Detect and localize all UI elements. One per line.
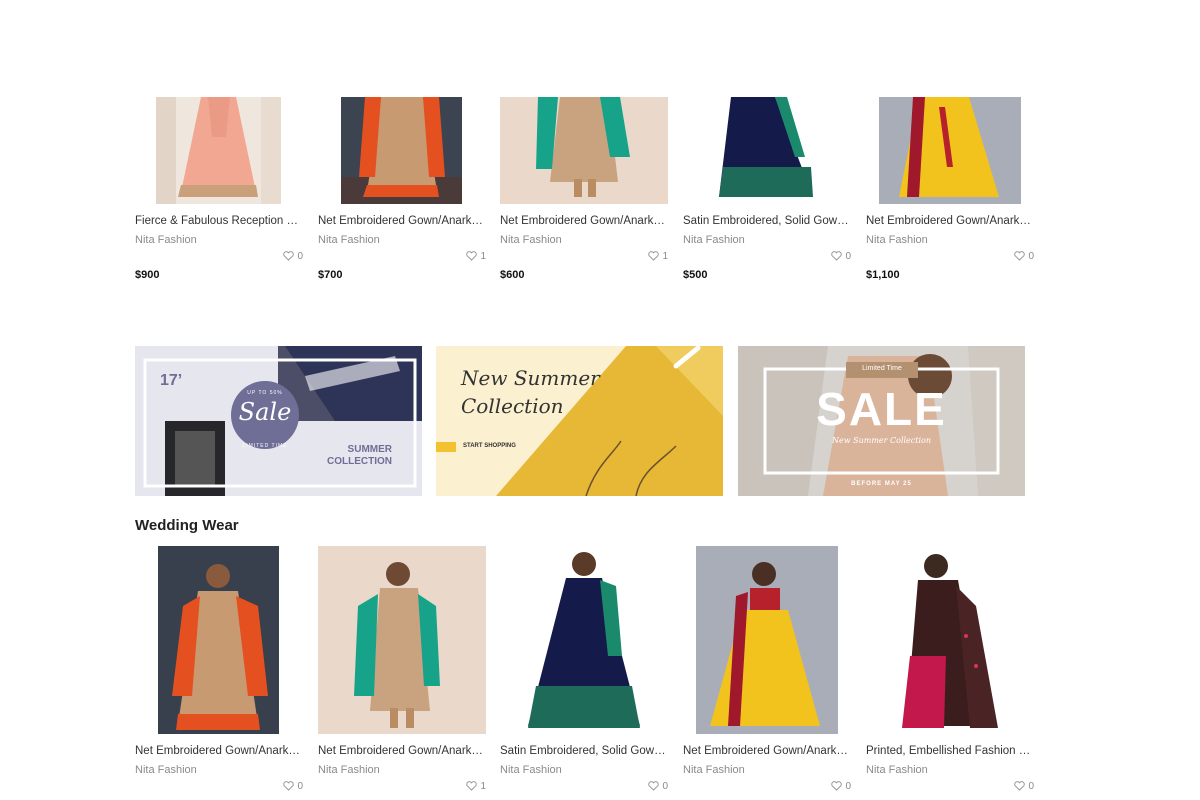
- heart-icon[interactable]: [283, 781, 295, 792]
- heart-icon[interactable]: [831, 781, 843, 792]
- like-count: 0: [1028, 251, 1034, 262]
- product-card[interactable]: Net Embroidered Gown/Anarkali ... Nita F…: [318, 546, 486, 794]
- banner-year: 17’: [160, 372, 183, 389]
- like-control[interactable]: 0: [683, 250, 851, 264]
- like-count: 0: [297, 781, 303, 792]
- banner-headline-2: Collection: [461, 394, 564, 418]
- product-title[interactable]: Net Embroidered Gown/Anarkali ...: [318, 744, 486, 758]
- product-card[interactable]: Satin Embroidered, Solid Gown/A... Nita …: [683, 97, 851, 282]
- heart-icon[interactable]: [648, 251, 660, 262]
- banner-sale-big: SALE: [816, 383, 947, 435]
- product-image[interactable]: [879, 97, 1034, 204]
- product-card[interactable]: Net Embroidered Gown/Anarkali ... Nita F…: [318, 97, 486, 282]
- product-image[interactable]: [158, 546, 303, 734]
- product-price: $1,100: [866, 269, 900, 281]
- banner-limited-time: Limited Time: [862, 365, 902, 372]
- product-brand[interactable]: Nita Fashion: [318, 233, 486, 247]
- product-card[interactable]: Net Embroidered Gown/Anarkali ... Nita F…: [135, 546, 303, 794]
- product-card[interactable]: Fierce & Fabulous Reception Fash... Nita…: [135, 97, 303, 282]
- product-price: $900: [135, 269, 160, 281]
- banner-sale-text: Sale: [238, 398, 292, 426]
- like-control[interactable]: 1: [318, 250, 486, 264]
- heart-icon[interactable]: [283, 251, 295, 262]
- like-count: 0: [662, 781, 668, 792]
- banner-collection: COLLECTION: [327, 456, 392, 467]
- product-brand[interactable]: Nita Fashion: [318, 763, 486, 777]
- product-title[interactable]: Net Embroidered Gown/Anarkali ...: [135, 744, 303, 758]
- heart-icon[interactable]: [648, 781, 660, 792]
- promo-banner-summer[interactable]: New Summer Collection START SHOPPING: [436, 346, 723, 496]
- banner-headline-1: New Summer: [461, 366, 600, 390]
- product-brand[interactable]: Nita Fashion: [866, 233, 1034, 247]
- product-card[interactable]: Net Embroidered Gown/Anarkali ... Nita F…: [683, 546, 851, 794]
- like-control[interactable]: 0: [135, 780, 303, 794]
- banner-subtitle: New Summer Collection: [831, 436, 932, 445]
- product-brand[interactable]: Nita Fashion: [135, 763, 303, 777]
- like-count: 1: [480, 251, 486, 262]
- product-brand[interactable]: Nita Fashion: [500, 763, 668, 777]
- product-card[interactable]: Net Embroidered Gown/Anarkali ... Nita F…: [500, 97, 668, 282]
- product-image[interactable]: [683, 97, 851, 204]
- banner-summer: SUMMER: [347, 444, 392, 455]
- product-image[interactable]: [341, 97, 486, 204]
- heart-icon[interactable]: [831, 251, 843, 262]
- like-count: 0: [1028, 781, 1034, 792]
- product-image[interactable]: [500, 546, 668, 734]
- banner-before-date: BEFORE MAY 25: [851, 481, 912, 487]
- like-control[interactable]: 0: [135, 250, 303, 264]
- heart-icon[interactable]: [1014, 781, 1026, 792]
- product-image[interactable]: [866, 546, 1034, 734]
- product-brand[interactable]: Nita Fashion: [500, 233, 668, 247]
- product-image[interactable]: [500, 97, 668, 204]
- heart-icon[interactable]: [466, 251, 478, 262]
- heart-icon[interactable]: [466, 781, 478, 792]
- product-brand[interactable]: Nita Fashion: [135, 233, 303, 247]
- like-control[interactable]: 0: [500, 780, 668, 794]
- start-shopping-link[interactable]: START SHOPPING: [463, 443, 516, 449]
- banner-upto: UP TO 50%: [247, 390, 283, 396]
- product-title[interactable]: Net Embroidered Gown/Anarkali ...: [866, 214, 1034, 228]
- heart-icon[interactable]: [1014, 251, 1026, 262]
- product-title[interactable]: Satin Embroidered, Solid Gown/A...: [500, 744, 668, 758]
- like-control[interactable]: 0: [683, 780, 851, 794]
- like-count: 1: [662, 251, 668, 262]
- product-title[interactable]: Net Embroidered Gown/Anarkali ...: [683, 744, 851, 758]
- like-control[interactable]: 0: [866, 250, 1034, 264]
- like-control[interactable]: 0: [866, 780, 1034, 794]
- product-image[interactable]: [156, 97, 303, 204]
- promo-banner-limited[interactable]: Limited Time SALE New Summer Collection …: [738, 346, 1025, 496]
- like-control[interactable]: 1: [500, 250, 668, 264]
- product-title[interactable]: Fierce & Fabulous Reception Fash...: [135, 214, 303, 228]
- section-title: Wedding Wear: [135, 517, 239, 534]
- product-price: $700: [318, 269, 343, 281]
- like-count: 0: [845, 781, 851, 792]
- like-count: 1: [480, 781, 486, 792]
- product-title[interactable]: Net Embroidered Gown/Anarkali ...: [500, 214, 668, 228]
- product-image[interactable]: [696, 546, 851, 734]
- product-image[interactable]: [318, 546, 486, 734]
- product-card[interactable]: Satin Embroidered, Solid Gown/A... Nita …: [500, 546, 668, 794]
- product-brand[interactable]: Nita Fashion: [683, 763, 851, 777]
- product-title[interactable]: Printed, Embellished Fashion Lycr...: [866, 744, 1034, 758]
- like-control[interactable]: 1: [318, 780, 486, 794]
- product-title[interactable]: Satin Embroidered, Solid Gown/A...: [683, 214, 851, 228]
- product-price: $600: [500, 269, 525, 281]
- product-title[interactable]: Net Embroidered Gown/Anarkali ...: [318, 214, 486, 228]
- like-count: 0: [297, 251, 303, 262]
- product-price: $500: [683, 269, 708, 281]
- banner-limited: LIMITED TIME: [242, 443, 288, 449]
- product-brand[interactable]: Nita Fashion: [866, 763, 1034, 777]
- promo-banner-sale[interactable]: 17’ UP TO 50% Sale LIMITED TIME SUMMER C…: [135, 346, 422, 496]
- product-card[interactable]: Printed, Embellished Fashion Lycr... Nit…: [866, 546, 1034, 794]
- like-count: 0: [845, 251, 851, 262]
- product-card[interactable]: Net Embroidered Gown/Anarkali ... Nita F…: [866, 97, 1034, 282]
- product-brand[interactable]: Nita Fashion: [683, 233, 851, 247]
